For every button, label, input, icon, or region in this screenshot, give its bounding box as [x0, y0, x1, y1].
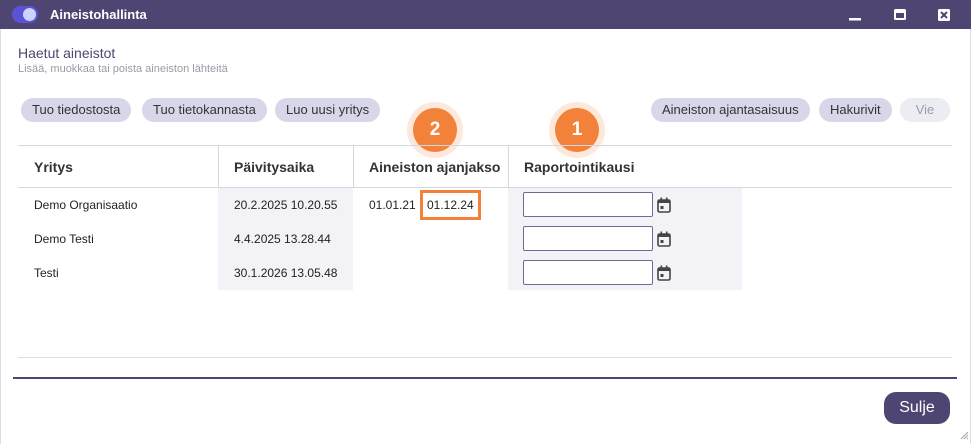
row-1-reporting-date-input[interactable]: [523, 192, 653, 217]
footer-divider: [13, 377, 957, 379]
title-bar: Aineistohallinta: [0, 0, 971, 29]
column-divider: [353, 146, 354, 187]
dialog-content: Haetut aineistot Lisää, muokkaa tai pois…: [0, 29, 971, 444]
calendar-icon[interactable]: [657, 197, 671, 213]
column-header-period[interactable]: Aineiston ajanjakso: [369, 159, 500, 175]
table-top-border: [18, 145, 952, 146]
close-icon[interactable]: [935, 6, 953, 24]
row-3-updated: 30.1.2026 13.05.48: [234, 266, 338, 280]
row-1-updated: 20.2.2025 10.20.55: [234, 198, 338, 212]
column-header-company[interactable]: Yritys: [34, 159, 73, 175]
column-divider: [218, 146, 219, 187]
row-2-company[interactable]: Demo Testi: [34, 232, 94, 246]
section-title: Haetut aineistot: [18, 45, 116, 61]
app-logo-icon: [12, 6, 38, 23]
resize-grip-icon[interactable]: [959, 430, 969, 440]
table-bottom-border: [18, 357, 952, 358]
column-header-reporting[interactable]: Raportointikausi: [524, 159, 634, 175]
calendar-icon[interactable]: [657, 231, 671, 247]
calendar-icon[interactable]: [657, 265, 671, 281]
row-2-updated: 4.4.2025 13.28.44: [234, 232, 331, 246]
table-header-border: [18, 187, 952, 188]
minimize-icon[interactable]: [846, 6, 864, 24]
row-3-company[interactable]: Testi: [34, 266, 59, 280]
search-rows-button[interactable]: Hakurivit: [819, 98, 892, 122]
create-company-button[interactable]: Luo uusi yritys: [275, 98, 381, 122]
import-from-database-button[interactable]: Tuo tietokannasta: [142, 98, 267, 122]
import-from-file-button[interactable]: Tuo tiedostosta: [21, 98, 132, 122]
row-1-period-end[interactable]: 01.12.24: [420, 190, 481, 220]
row-3-reporting-date-input[interactable]: [523, 260, 653, 285]
close-dialog-button[interactable]: Sulje: [884, 392, 950, 424]
row-2-reporting-date-input[interactable]: [523, 226, 653, 251]
column-header-updated[interactable]: Päivitysaika: [234, 159, 314, 175]
maximize-icon[interactable]: [891, 6, 909, 24]
section-subtitle: Lisää, muokkaa tai poista aineiston läht…: [18, 63, 228, 75]
data-currency-button[interactable]: Aineiston ajantasaisuus: [651, 98, 810, 122]
row-1-company[interactable]: Demo Organisaatio: [34, 198, 137, 212]
row-1-period-start[interactable]: 01.01.21: [369, 198, 416, 212]
column-divider: [508, 146, 509, 187]
window-title: Aineistohallinta: [50, 7, 147, 22]
export-button[interactable]: Vie: [900, 98, 950, 122]
